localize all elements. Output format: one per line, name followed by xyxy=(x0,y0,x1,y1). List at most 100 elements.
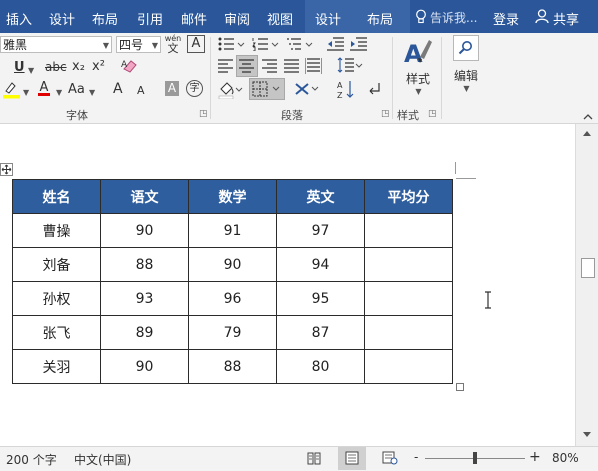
header-english[interactable]: 英文 xyxy=(276,179,365,214)
table-cell[interactable] xyxy=(364,213,453,248)
enclose-characters-button[interactable]: 字 xyxy=(186,80,203,97)
decrease-indent-icon[interactable] xyxy=(327,37,345,54)
tab-review[interactable]: 审阅 xyxy=(224,9,250,28)
strikethrough-button[interactable]: abc xyxy=(45,60,67,74)
font-color-dropdown-icon[interactable]: ▼ xyxy=(55,84,62,98)
language-indicator[interactable]: 中文(中国) xyxy=(74,451,131,468)
table-cell[interactable]: 94 xyxy=(276,247,365,282)
table-cell[interactable]: 89 xyxy=(100,315,189,350)
change-case-dropdown-icon[interactable]: ▼ xyxy=(88,84,95,98)
phonetic-guide-button[interactable]: wén 文 xyxy=(164,34,182,54)
table-cell[interactable]: 95 xyxy=(276,281,365,316)
shrink-font-button[interactable]: A xyxy=(137,84,145,97)
table-cell[interactable]: 曹操 xyxy=(12,213,101,248)
table-cell[interactable]: 91 xyxy=(188,213,277,248)
header-name[interactable]: 姓名 xyxy=(12,179,101,214)
table-cell[interactable]: 79 xyxy=(188,315,277,350)
highlighter-icon[interactable] xyxy=(2,81,22,102)
align-left-icon[interactable] xyxy=(218,59,234,76)
highlight-dropdown-icon[interactable]: ▼ xyxy=(22,84,29,98)
multilevel-list-icon[interactable] xyxy=(286,37,314,54)
table-cell[interactable]: 88 xyxy=(188,349,277,384)
score-table[interactable]: 姓名 语文 数学 英文 平均分 曹操 90 91 97 刘备 88 90 94 … xyxy=(12,179,453,384)
paragraph-dialog-launcher-icon[interactable]: ◳ xyxy=(381,109,390,119)
eraser-icon[interactable]: A xyxy=(121,58,139,77)
numbering-icon[interactable] xyxy=(252,37,280,54)
tab-layout[interactable]: 布局 xyxy=(92,9,118,28)
align-right-icon[interactable] xyxy=(262,59,278,76)
distributed-icon[interactable] xyxy=(304,58,323,77)
increase-indent-icon[interactable] xyxy=(350,37,368,54)
table-resize-handle[interactable] xyxy=(456,383,464,391)
paint-bucket-icon[interactable] xyxy=(218,81,244,102)
table-cell[interactable] xyxy=(364,315,453,350)
superscript-button[interactable]: x² xyxy=(92,59,105,74)
table-cell[interactable]: 张飞 xyxy=(12,315,101,350)
scroll-thumb[interactable] xyxy=(581,258,595,278)
table-cell[interactable]: 关羽 xyxy=(12,349,101,384)
underline-dropdown-icon[interactable]: ▼ xyxy=(27,62,34,76)
table-cell[interactable] xyxy=(364,349,453,384)
zoom-level[interactable]: 80% xyxy=(552,451,579,465)
tab-design[interactable]: 设计 xyxy=(49,9,75,28)
line-spacing-icon[interactable] xyxy=(337,57,363,76)
table-cell[interactable]: 87 xyxy=(276,315,365,350)
font-size-combo[interactable]: 四号 ▼ xyxy=(116,36,161,53)
table-cell[interactable]: 97 xyxy=(276,213,365,248)
borders-icon[interactable] xyxy=(249,78,285,100)
grow-font-button[interactable]: A xyxy=(113,81,123,97)
table-cell[interactable]: 刘备 xyxy=(12,247,101,282)
tab-table-design[interactable]: 设计 xyxy=(315,9,341,28)
tab-table-layout[interactable]: 布局 xyxy=(367,9,393,28)
table-cell[interactable]: 96 xyxy=(188,281,277,316)
vertical-scrollbar[interactable] xyxy=(575,124,598,446)
sign-in-link[interactable]: 登录 xyxy=(493,9,519,28)
styles-button[interactable]: A 样式 ▼ xyxy=(398,35,438,105)
table-cell[interactable] xyxy=(364,281,453,316)
sort-icon[interactable]: AZ xyxy=(337,79,355,102)
scroll-up-icon[interactable] xyxy=(581,128,593,138)
tab-mailings[interactable]: 邮件 xyxy=(181,9,207,28)
table-move-handle-icon[interactable] xyxy=(0,163,14,177)
zoom-slider-thumb[interactable] xyxy=(473,452,477,464)
bullets-icon[interactable] xyxy=(218,37,246,54)
header-math[interactable]: 数学 xyxy=(188,179,277,214)
styles-dialog-launcher-icon[interactable]: ◳ xyxy=(428,109,437,119)
table-cell[interactable]: 93 xyxy=(100,281,189,316)
character-border-button[interactable]: A xyxy=(187,35,205,53)
table-cell[interactable]: 88 xyxy=(100,247,189,282)
table-cell[interactable]: 90 xyxy=(100,349,189,384)
scroll-down-icon[interactable] xyxy=(581,430,593,440)
tab-insert[interactable]: 插入 xyxy=(6,9,32,28)
table-cell[interactable]: 90 xyxy=(100,213,189,248)
zoom-in-button[interactable]: + xyxy=(529,449,541,465)
collapse-ribbon-icon[interactable] xyxy=(583,110,593,124)
read-mode-icon[interactable] xyxy=(307,451,321,465)
align-center-icon[interactable] xyxy=(236,55,258,77)
font-name-combo[interactable]: 雅黑 ▼ xyxy=(0,36,112,53)
underline-button[interactable]: U xyxy=(14,60,25,75)
editing-button[interactable]: 编辑 ▼ xyxy=(448,35,484,105)
print-layout-icon[interactable] xyxy=(338,447,366,470)
justify-icon[interactable] xyxy=(284,59,300,76)
header-chinese[interactable]: 语文 xyxy=(100,179,189,214)
show-marks-icon[interactable] xyxy=(368,82,382,99)
share-button[interactable]: 共享 xyxy=(553,9,579,28)
font-dialog-launcher-icon[interactable]: ◳ xyxy=(199,109,208,119)
chinese-layout-icon[interactable] xyxy=(294,80,320,101)
web-layout-icon[interactable] xyxy=(382,451,398,465)
table-cell[interactable] xyxy=(364,247,453,282)
font-color-button[interactable]: A xyxy=(38,80,50,96)
table-cell[interactable]: 80 xyxy=(276,349,365,384)
subscript-button[interactable]: x₂ xyxy=(72,59,85,74)
character-shading-button[interactable]: A xyxy=(165,81,179,96)
change-case-button[interactable]: Aa xyxy=(68,82,85,97)
header-average[interactable]: 平均分 xyxy=(364,179,453,214)
table-cell[interactable]: 孙权 xyxy=(12,281,101,316)
word-count[interactable]: 200 个字 xyxy=(6,451,57,468)
zoom-out-button[interactable]: - xyxy=(414,450,418,464)
tab-references[interactable]: 引用 xyxy=(137,9,163,28)
tell-me-box[interactable]: 告诉我... xyxy=(430,9,477,26)
tab-view[interactable]: 视图 xyxy=(267,9,293,28)
table-cell[interactable]: 90 xyxy=(188,247,277,282)
